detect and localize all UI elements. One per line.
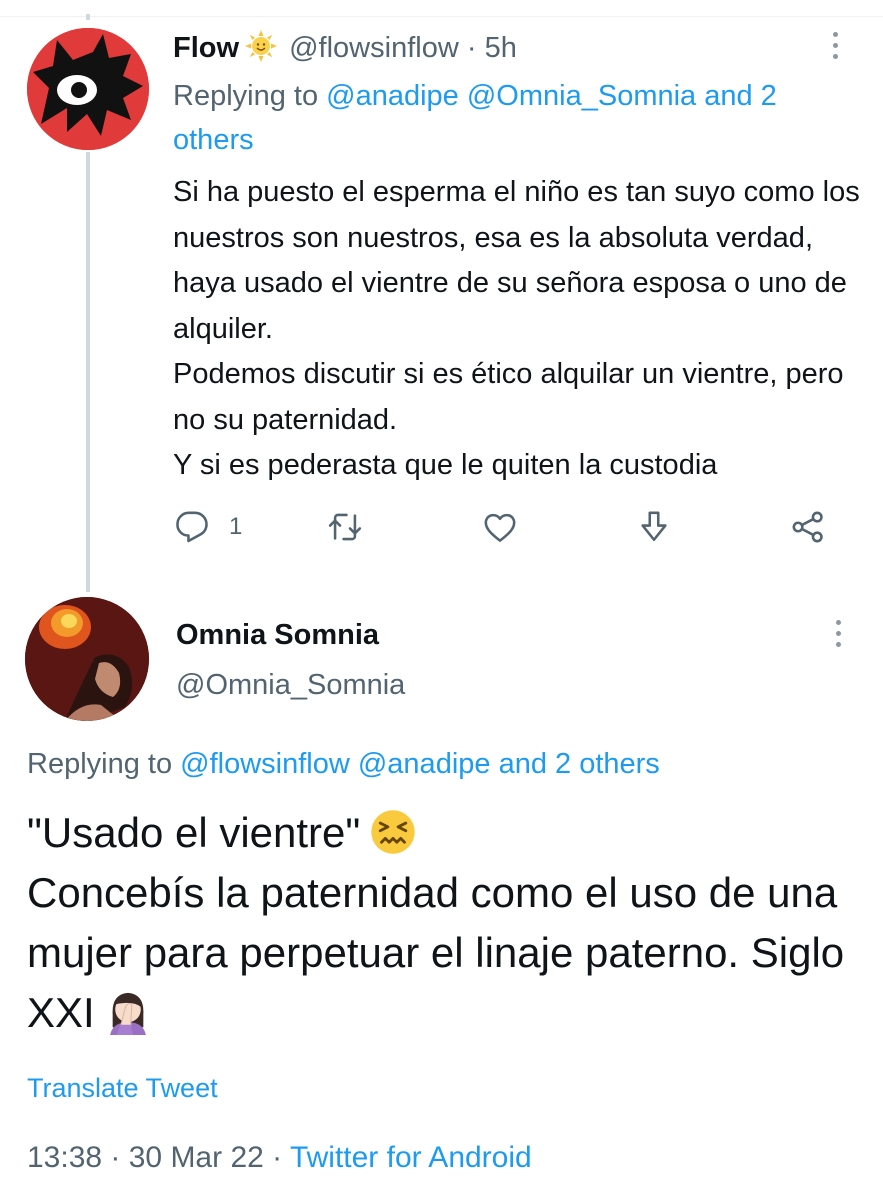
tweet-meta: 13:38 · 30 Mar 22 · Twitter for Android xyxy=(27,1136,532,1180)
avatar-flow[interactable] xyxy=(27,28,149,150)
tweet-source[interactable]: Twitter for Android xyxy=(290,1141,532,1174)
sun-emoji-icon xyxy=(245,30,278,62)
display-name[interactable]: Omnia Somnia xyxy=(176,617,379,653)
tweet-text-line: Podemos discutir si es ético alquilar un… xyxy=(173,358,844,436)
tweet-text-line: Concebís la paternidad como el uso de un… xyxy=(27,863,867,1043)
tweet-text-line: Y si es pederasta que le quiten la custo… xyxy=(173,449,718,481)
timestamp[interactable]: 13:38 · 30 Mar 22 · xyxy=(27,1141,282,1174)
thread-line-top xyxy=(86,14,90,20)
download-button[interactable] xyxy=(637,505,671,549)
tweet-time[interactable]: 5h xyxy=(485,32,517,64)
thread-line xyxy=(86,152,90,592)
replying-prefix: Replying to xyxy=(173,80,319,112)
tweet1-body: Si ha puesto el esperma el niño es tan s… xyxy=(173,170,863,489)
replying-prefix: Replying to xyxy=(27,748,173,780)
tweet-actions: 1 xyxy=(173,505,843,549)
avatar-omnia-somnia[interactable] xyxy=(25,597,149,721)
share-icon xyxy=(792,511,823,543)
replying-to: Replying to @anadipe @Omnia_Somnia and 2… xyxy=(173,74,863,162)
tweet-text-line: Si ha puesto el esperma el niño es tan s… xyxy=(173,176,860,345)
separator-dot: · xyxy=(466,32,477,64)
tweet1-header: Flow @flowsinflow · 5h xyxy=(173,28,517,68)
quote-text: "Usado el vientre" xyxy=(27,809,361,856)
like-icon xyxy=(484,513,516,542)
reply-count: 1 xyxy=(229,513,243,540)
retweet-icon xyxy=(328,513,362,541)
tweet-text-line: "Usado el vientre" xyxy=(27,803,867,863)
more-options-icon[interactable] xyxy=(833,32,839,62)
download-icon xyxy=(641,511,667,542)
reply-button[interactable]: 1 xyxy=(175,505,242,549)
user-handle[interactable]: @Omnia_Somnia xyxy=(176,665,405,705)
retweet-button[interactable] xyxy=(328,505,362,549)
reply-icon xyxy=(176,511,208,543)
share-button[interactable] xyxy=(791,505,825,549)
black-creature-icon xyxy=(27,28,149,150)
replying-to: Replying to @flowsinflow @anadipe and 2 … xyxy=(27,742,660,786)
like-button[interactable] xyxy=(483,505,517,549)
user-handle[interactable]: @flowsinflow xyxy=(289,32,459,64)
fire-breather-photo xyxy=(25,597,149,721)
top-divider xyxy=(0,16,883,17)
confounded-face-icon xyxy=(371,810,416,854)
woman-facepalming-icon xyxy=(109,992,146,1035)
translate-tweet-link[interactable]: Translate Tweet xyxy=(27,1068,218,1108)
more-options-icon[interactable] xyxy=(836,620,842,650)
tweet2-body: "Usado el vientre" Concebís la paternida… xyxy=(27,803,867,1043)
replying-mentions[interactable]: @flowsinflow @anadipe and 2 others xyxy=(180,748,660,780)
display-name[interactable]: Flow xyxy=(173,32,239,64)
